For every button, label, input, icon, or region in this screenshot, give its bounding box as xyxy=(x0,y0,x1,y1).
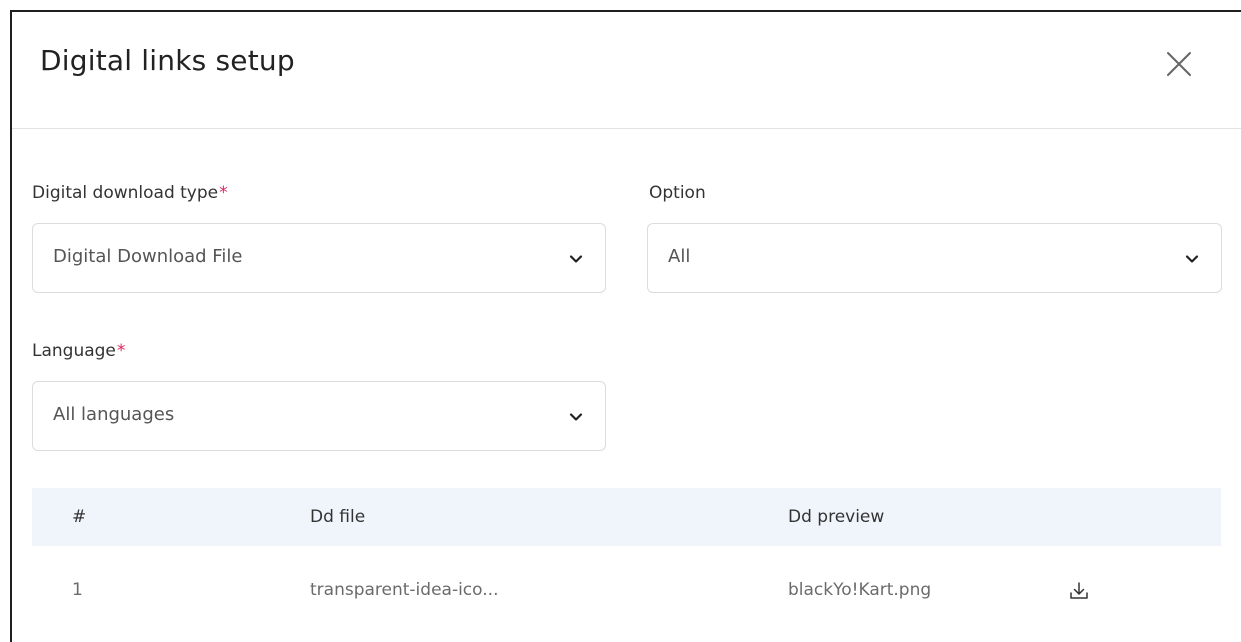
language-label-text: Language xyxy=(32,341,116,361)
column-header-dd-file: Dd file xyxy=(310,507,366,527)
column-header-dd-preview: Dd preview xyxy=(788,507,885,527)
required-mark: * xyxy=(116,341,126,361)
modal-title: Digital links setup xyxy=(40,44,295,77)
table-header: # Dd file Dd preview xyxy=(32,488,1221,546)
required-mark: * xyxy=(219,183,228,203)
download-icon xyxy=(1070,582,1088,599)
digital-links-modal: Digital links setup Digital download typ… xyxy=(10,10,1241,642)
modal-header: Digital links setup xyxy=(12,12,1241,129)
download-type-label: Digital download type* xyxy=(32,183,228,203)
download-type-select[interactable]: Digital Download File xyxy=(32,223,606,293)
option-label: Option xyxy=(649,183,706,203)
language-label: Language* xyxy=(32,341,125,361)
row-dd-preview: blackYo!Kart.png xyxy=(788,580,932,600)
close-icon xyxy=(1167,52,1191,76)
option-label-text: Option xyxy=(649,183,706,203)
chevron-down-icon xyxy=(569,413,583,421)
option-value: All xyxy=(668,246,691,267)
language-select[interactable]: All languages xyxy=(32,381,606,451)
option-select[interactable]: All xyxy=(647,223,1222,293)
row-index: 1 xyxy=(72,580,83,600)
table-row: 1 transparent-idea-ico... blackYo!Kart.p… xyxy=(32,546,1221,638)
download-type-label-text: Digital download type xyxy=(32,183,219,203)
chevron-down-icon xyxy=(1185,255,1199,263)
download-button[interactable] xyxy=(1068,580,1090,602)
download-type-value: Digital Download File xyxy=(53,246,243,267)
chevron-down-icon xyxy=(569,255,583,263)
language-value: All languages xyxy=(53,404,175,425)
column-header-index: # xyxy=(72,507,87,527)
row-dd-file: transparent-idea-ico... xyxy=(310,580,499,600)
close-button[interactable] xyxy=(1160,45,1198,83)
